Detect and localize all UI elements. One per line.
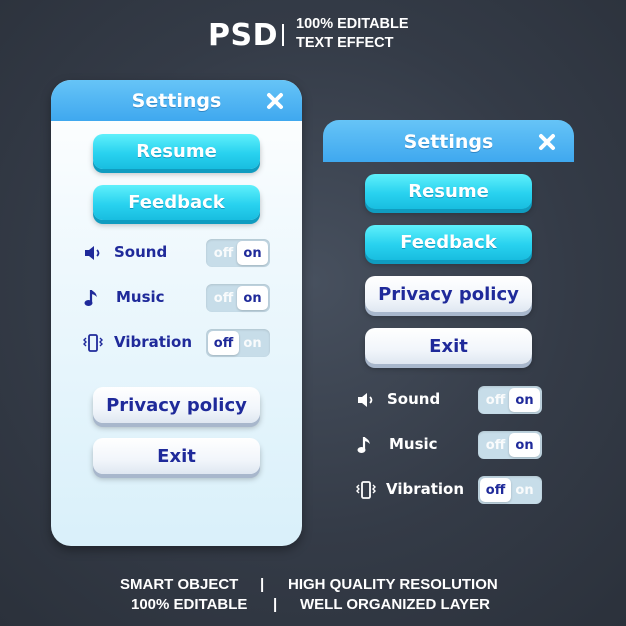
toggle-off-option[interactable]: off <box>208 331 239 355</box>
music-toggle-right[interactable]: off on <box>478 431 542 459</box>
toggle-off-option[interactable]: off <box>480 433 511 457</box>
speaker-icon <box>82 242 104 264</box>
exit-button-right[interactable]: Exit <box>365 328 532 364</box>
privacy-policy-button-right[interactable]: Privacy policy <box>365 276 532 312</box>
music-note-icon <box>355 434 377 456</box>
setting-row-music-right: Music off on <box>355 430 545 460</box>
footer-editable: 100% EDITABLE <box>131 596 248 613</box>
music-toggle[interactable]: off on <box>206 284 270 312</box>
music-note-icon <box>82 287 104 309</box>
toggle-off-option[interactable]: off <box>208 241 239 265</box>
vibration-icon <box>355 479 377 501</box>
footer-organized-layer: WELL ORGANIZED LAYER <box>300 596 491 613</box>
settings-panel-left: Settings Resume Feedback Sound off on Mu… <box>51 80 302 546</box>
setting-label: Music <box>116 288 165 306</box>
setting-label: Vibration <box>386 480 465 498</box>
toggle-on-option[interactable]: on <box>509 433 540 457</box>
footer-separator: | <box>260 576 265 593</box>
header-line-1: 100% EDITABLE <box>296 16 409 32</box>
setting-label: Sound <box>114 243 168 261</box>
toggle-on-option[interactable]: on <box>237 286 268 310</box>
setting-row-vibration-right: Vibration off on <box>355 475 545 505</box>
header: PSD 100% EDITABLE TEXT EFFECT <box>0 14 626 58</box>
exit-button[interactable]: Exit <box>93 438 260 474</box>
vibration-icon <box>82 332 104 354</box>
setting-label: Sound <box>387 390 441 408</box>
toggle-on-option[interactable]: on <box>509 478 540 502</box>
close-icon[interactable] <box>536 131 558 153</box>
footer-smart-object: SMART OBJECT <box>120 576 239 593</box>
setting-row-vibration: Vibration off on <box>82 328 272 358</box>
footer-high-quality: HIGH QUALITY RESOLUTION <box>288 576 498 593</box>
sound-toggle[interactable]: off on <box>206 239 270 267</box>
toggle-on-option[interactable]: on <box>509 388 540 412</box>
setting-label: Music <box>389 435 438 453</box>
toggle-on-option[interactable]: on <box>237 331 268 355</box>
setting-label: Vibration <box>114 333 193 351</box>
toggle-on-option[interactable]: on <box>237 241 268 265</box>
toggle-off-option[interactable]: off <box>480 388 511 412</box>
feedback-button-right[interactable]: Feedback <box>365 225 532 260</box>
toggle-off-option[interactable]: off <box>208 286 239 310</box>
resume-button[interactable]: Resume <box>93 134 260 169</box>
psd-label: PSD <box>208 18 278 53</box>
setting-row-sound: Sound off on <box>82 238 272 268</box>
setting-row-music: Music off on <box>82 283 272 313</box>
header-line-2: TEXT EFFECT <box>296 35 394 51</box>
sound-toggle-right[interactable]: off on <box>478 386 542 414</box>
setting-row-sound-right: Sound off on <box>355 385 545 415</box>
privacy-policy-button[interactable]: Privacy policy <box>93 387 260 423</box>
settings-panel-right-header: Settings <box>323 120 574 162</box>
close-icon[interactable] <box>264 90 286 112</box>
header-divider <box>282 24 284 46</box>
speaker-icon <box>355 389 377 411</box>
toggle-off-option[interactable]: off <box>480 478 511 502</box>
resume-button-right[interactable]: Resume <box>365 174 532 209</box>
footer-separator-2: | <box>273 596 278 613</box>
vibration-toggle[interactable]: off on <box>206 329 270 357</box>
vibration-toggle-right[interactable]: off on <box>478 476 542 504</box>
feedback-button[interactable]: Feedback <box>93 185 260 220</box>
